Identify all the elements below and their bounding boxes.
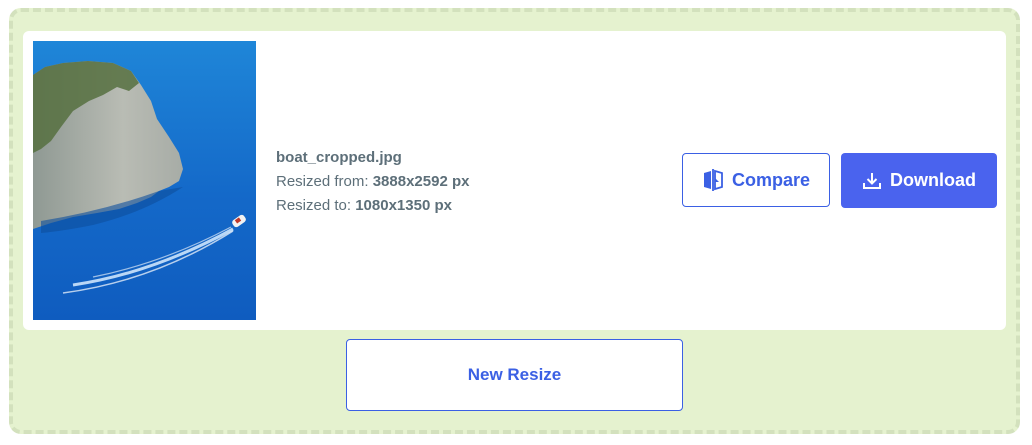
resized-to-row: Resized to: 1080x1350 px xyxy=(276,194,469,218)
resized-to-label: Resized to: xyxy=(276,197,352,214)
file-name: boat_cropped.jpg xyxy=(276,149,402,166)
download-icon xyxy=(862,171,882,191)
compare-icon xyxy=(702,168,724,192)
new-resize-label: New Resize xyxy=(467,365,562,384)
compare-label: Compare xyxy=(731,169,811,190)
resized-to-value: 1080x1350 px xyxy=(355,197,452,214)
result-card: boat_cropped.jpg Resized from: 3888x2592… xyxy=(23,31,1006,330)
result-thumbnail xyxy=(33,41,256,320)
download-label: Download xyxy=(890,170,976,190)
file-info: boat_cropped.jpg Resized from: 3888x2592… xyxy=(276,146,469,218)
resized-from-value: 3888x2592 px xyxy=(372,173,470,190)
new-resize-button[interactable]: New Resize xyxy=(346,339,683,411)
download-button[interactable]: Download xyxy=(841,153,997,208)
resized-from-row: Resized from: 3888x2592 px xyxy=(276,170,469,194)
resized-from-label: Resized from: xyxy=(276,173,369,190)
compare-button[interactable]: Compare xyxy=(682,153,830,207)
